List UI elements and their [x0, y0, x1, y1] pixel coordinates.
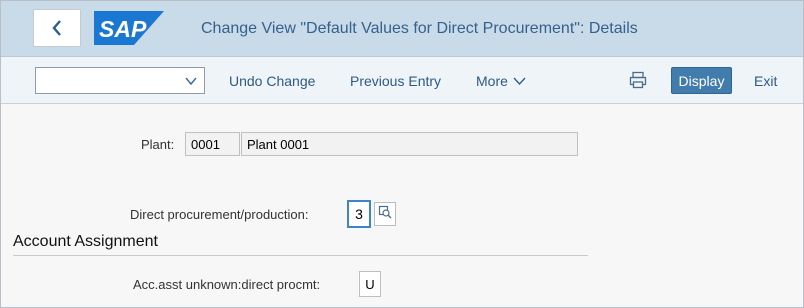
more-label: More — [476, 72, 508, 89]
acc-asst-label: Acc.asst unknown:direct procmt: — [133, 277, 321, 292]
more-menu-button[interactable]: More — [476, 57, 526, 104]
plant-label: Plant: — [141, 137, 175, 152]
value-help-icon — [378, 205, 392, 224]
exit-button[interactable]: Exit — [754, 57, 777, 104]
page-title: Change View "Default Values for Direct P… — [201, 20, 638, 37]
display-button[interactable]: Display — [671, 67, 732, 94]
chevron-down-icon — [508, 73, 526, 89]
command-field[interactable] — [35, 67, 205, 94]
section-title-account-assignment: Account Assignment — [13, 233, 158, 250]
previous-entry-button[interactable]: Previous Entry — [350, 57, 441, 104]
plant-code-field: 0001 — [185, 132, 240, 156]
chevron-left-icon — [51, 19, 63, 37]
print-icon[interactable] — [629, 71, 647, 89]
acc-asst-field[interactable]: U — [359, 271, 381, 297]
section-divider — [13, 255, 588, 256]
back-button[interactable] — [33, 9, 81, 47]
chevron-down-icon[interactable] — [184, 74, 198, 88]
toolbar: Undo Change Previous Entry More Display … — [1, 57, 803, 104]
logo-text: SAP — [99, 16, 147, 42]
title-bar: SAP Change View "Default Values for Dire… — [1, 1, 803, 57]
direct-procurement-input[interactable]: 3 — [347, 200, 371, 228]
plant-name-field: Plant 0001 — [241, 132, 578, 156]
value-help-button[interactable] — [374, 202, 396, 226]
sap-logo: SAP — [94, 11, 164, 45]
direct-procurement-label: Direct procurement/production: — [130, 207, 309, 222]
command-input[interactable] — [36, 68, 176, 93]
undo-change-button[interactable]: Undo Change — [229, 57, 315, 104]
